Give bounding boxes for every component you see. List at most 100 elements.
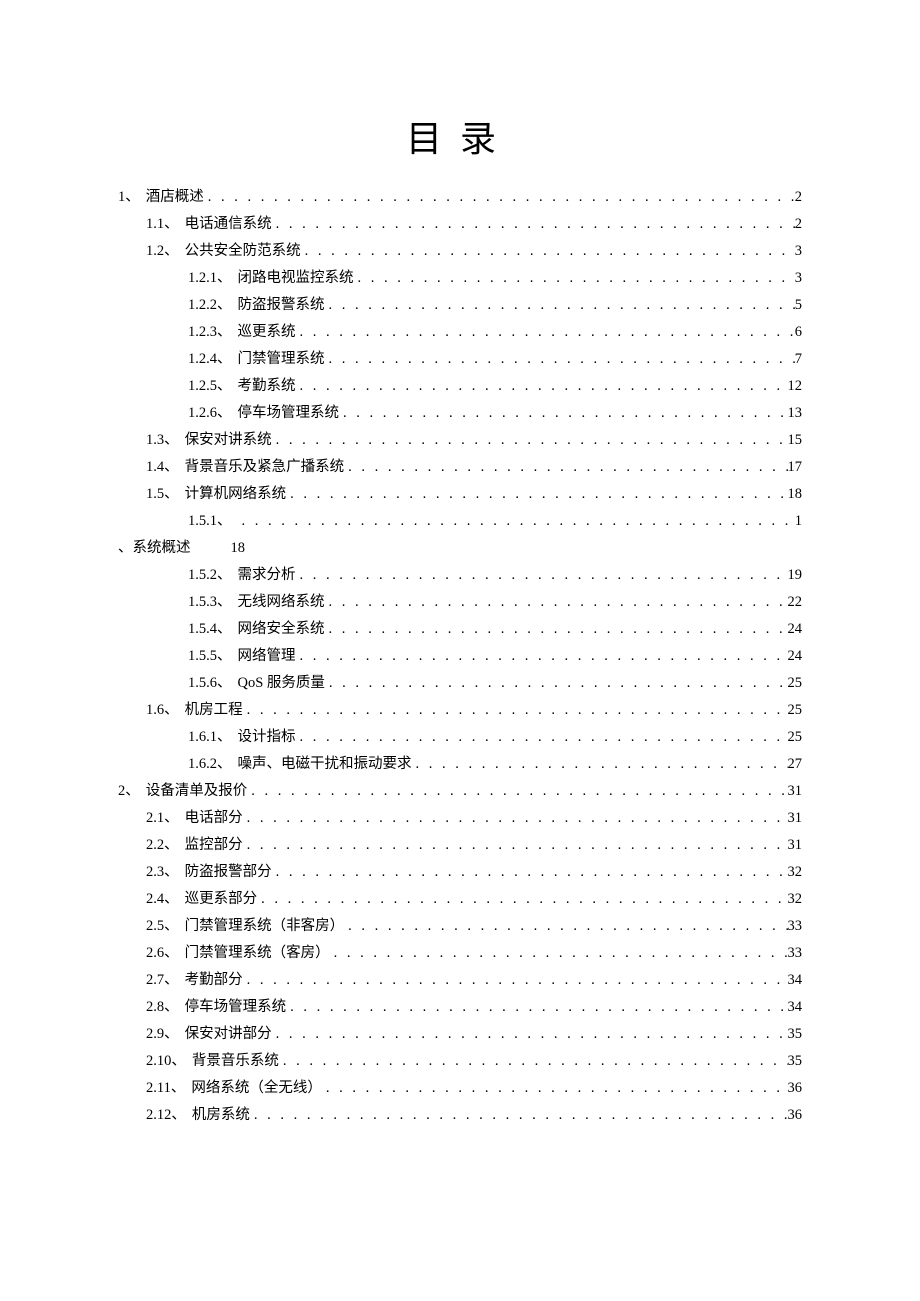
toc-entry-page: 31 [788, 784, 803, 799]
toc-leader-dots: . . . . . . . . . . . . . . . . . . . . … [243, 811, 788, 826]
toc-entry-page: 6 [795, 325, 802, 340]
toc-entry-page: 2 [795, 190, 802, 205]
toc-entry-number: 1.5.4、 [188, 622, 232, 637]
toc-entry: 1.5、计算机网络系统. . . . . . . . . . . . . . .… [118, 487, 802, 502]
toc-entry-page: 31 [788, 838, 803, 853]
toc-entry-page: 31 [788, 811, 803, 826]
toc-entry-label: 网络系统（全无线） [185, 1081, 322, 1096]
toc-entry-page: 25 [788, 703, 803, 718]
toc-entry: 1.2.5、考勤系统. . . . . . . . . . . . . . . … [118, 379, 802, 394]
toc-entry-page: 17 [788, 460, 803, 475]
toc-entry-number: 2.10、 [146, 1054, 186, 1069]
toc-entry: 1.5.2、需求分析. . . . . . . . . . . . . . . … [118, 568, 802, 583]
toc-leader-dots: . . . . . . . . . . . . . . . . . . . . … [272, 433, 788, 448]
toc-entry-number: 1.6.2、 [188, 757, 232, 772]
toc-entry: 1.2、公共安全防范系统. . . . . . . . . . . . . . … [118, 244, 802, 259]
toc-entry-wrap-text: 、系统概述 [118, 540, 191, 556]
toc-leader-dots: . . . . . . . . . . . . . . . . . . . . … [325, 676, 788, 691]
toc-entry-label: 酒店概述 [140, 190, 204, 205]
toc-entry: 1.6.2、噪声、电磁干扰和振动要求. . . . . . . . . . . … [118, 757, 802, 772]
toc-leader-dots: . . . . . . . . . . . . . . . . . . . . … [250, 1108, 788, 1123]
toc-leader-dots: . . . . . . . . . . . . . . . . . . . . … [412, 757, 788, 772]
toc-leader-dots: . . . . . . . . . . . . . . . . . . . . … [296, 730, 788, 745]
toc-entry-number: 1.2.2、 [188, 298, 232, 313]
toc-entry-number: 1、 [118, 190, 140, 205]
toc-leader-dots: . . . . . . . . . . . . . . . . . . . . … [272, 865, 788, 880]
toc-entry: 1.6、机房工程. . . . . . . . . . . . . . . . … [118, 703, 802, 718]
toc-entry-label: 考勤部分 [179, 973, 243, 988]
toc-leader-dots: . . . . . . . . . . . . . . . . . . . . … [272, 217, 795, 232]
toc-entry-page: 25 [788, 676, 803, 691]
toc-entry-page: 13 [788, 406, 803, 421]
toc-leader-dots: . . . . . . . . . . . . . . . . . . . . … [296, 649, 788, 664]
toc-entry: 1.5.4、网络安全系统. . . . . . . . . . . . . . … [118, 622, 802, 637]
toc-entry-label: 网络安全系统 [232, 622, 325, 637]
toc-entry-number: 2.6、 [146, 946, 179, 961]
toc-entry-number: 2.9、 [146, 1027, 179, 1042]
toc-leader-dots: . . . . . . . . . . . . . . . . . . . . … [247, 784, 787, 799]
toc-entry-label: 巡更系统 [232, 325, 296, 340]
toc-entry: 1.3、保安对讲系统. . . . . . . . . . . . . . . … [118, 433, 802, 448]
toc-entry-label: 噪声、电磁干扰和振动要求 [232, 757, 412, 772]
toc-entry-label: 电话通信系统 [179, 217, 272, 232]
toc-entry: 1、酒店概述. . . . . . . . . . . . . . . . . … [118, 190, 802, 205]
toc-entry: 2.5、门禁管理系统（非客房）. . . . . . . . . . . . .… [118, 919, 802, 934]
toc-entry-label: 无线网络系统 [232, 595, 325, 610]
toc-entry-page: 36 [788, 1081, 803, 1096]
toc-entry-label: 计算机网络系统 [179, 487, 287, 502]
toc-entry-page: 34 [788, 1000, 803, 1015]
toc-entry-number: 1.6、 [146, 703, 179, 718]
toc-entry-label: 保安对讲部分 [179, 1027, 272, 1042]
toc-entry-wrap: 、系统概述18 [118, 541, 802, 556]
toc-entry-page: 24 [788, 622, 803, 637]
toc-leader-dots: . . . . . . . . . . . . . . . . . . . . … [279, 1054, 788, 1069]
toc-entry-label: 需求分析 [232, 568, 296, 583]
toc-entry-label: 停车场管理系统 [232, 406, 340, 421]
toc-entry: 2.6、门禁管理系统（客房）. . . . . . . . . . . . . … [118, 946, 802, 961]
toc-entry: 2.11、网络系统（全无线）. . . . . . . . . . . . . … [118, 1081, 802, 1096]
toc-entry-number: 1.5.1、 [188, 514, 232, 529]
toc-entry-page: 12 [788, 379, 803, 394]
toc-leader-dots: . . . . . . . . . . . . . . . . . . . . … [204, 190, 795, 205]
toc-entry: 2.9、保安对讲部分. . . . . . . . . . . . . . . … [118, 1027, 802, 1042]
toc-entry-page: 3 [795, 244, 802, 259]
toc-entry-label: QoS 服务质量 [232, 676, 325, 691]
toc-entry: 2.4、巡更系部分. . . . . . . . . . . . . . . .… [118, 892, 802, 907]
toc-entry: 1.5.5、网络管理. . . . . . . . . . . . . . . … [118, 649, 802, 664]
toc-entry: 2.1、电话部分. . . . . . . . . . . . . . . . … [118, 811, 802, 826]
toc-entry-number: 1.5.3、 [188, 595, 232, 610]
toc-entry-number: 1.3、 [146, 433, 179, 448]
toc-entry: 2.12、机房系统. . . . . . . . . . . . . . . .… [118, 1108, 802, 1123]
toc-leader-dots: . . . . . . . . . . . . . . . . . . . . … [322, 1081, 788, 1096]
toc-leader-dots: . . . . . . . . . . . . . . . . . . . . … [296, 568, 788, 583]
toc-entry: 1.2.6、停车场管理系统. . . . . . . . . . . . . .… [118, 406, 802, 421]
toc-entry-number: 2.2、 [146, 838, 179, 853]
toc-entry-page: 24 [788, 649, 803, 664]
toc-entry-number: 2.12、 [146, 1108, 186, 1123]
toc-entry-page: 2 [795, 217, 802, 232]
toc-entry-page: 34 [788, 973, 803, 988]
toc-leader-dots: . . . . . . . . . . . . . . . . . . . . … [296, 379, 788, 394]
toc-entry-label: 背景音乐系统 [186, 1054, 279, 1069]
toc-entry-page: 1 [795, 514, 802, 529]
toc-entry-page: 15 [788, 433, 803, 448]
toc-entry-label: 门禁管理系统（客房） [179, 946, 330, 961]
toc-entry-page: 33 [788, 946, 803, 961]
toc-entry-page: 32 [788, 892, 803, 907]
toc-entry: 2.3、防盗报警部分. . . . . . . . . . . . . . . … [118, 865, 802, 880]
toc-entry-number: 1.5.5、 [188, 649, 232, 664]
toc-entry-page: 7 [795, 352, 802, 367]
toc-leader-dots: . . . . . . . . . . . . . . . . . . . . … [243, 973, 788, 988]
toc-leader-dots: . . . . . . . . . . . . . . . . . . . . … [354, 271, 795, 286]
toc-leader-dots: . . . . . . . . . . . . . . . . . . . . … [325, 595, 788, 610]
toc-entry: 2.10、背景音乐系统. . . . . . . . . . . . . . .… [118, 1054, 802, 1069]
toc-entry-number: 1.6.1、 [188, 730, 232, 745]
toc-leader-dots: . . . . . . . . . . . . . . . . . . . . … [243, 703, 788, 718]
toc-leader-dots: . . . . . . . . . . . . . . . . . . . . … [238, 514, 795, 529]
toc-leader-dots: . . . . . . . . . . . . . . . . . . . . … [330, 946, 788, 961]
toc-entry-label: 监控部分 [179, 838, 243, 853]
toc-entry-label: 保安对讲系统 [179, 433, 272, 448]
toc-entry-label: 设计指标 [232, 730, 296, 745]
toc-entry: 1.6.1、设计指标. . . . . . . . . . . . . . . … [118, 730, 802, 745]
toc-entry-label: 门禁管理系统（非客房） [179, 919, 345, 934]
